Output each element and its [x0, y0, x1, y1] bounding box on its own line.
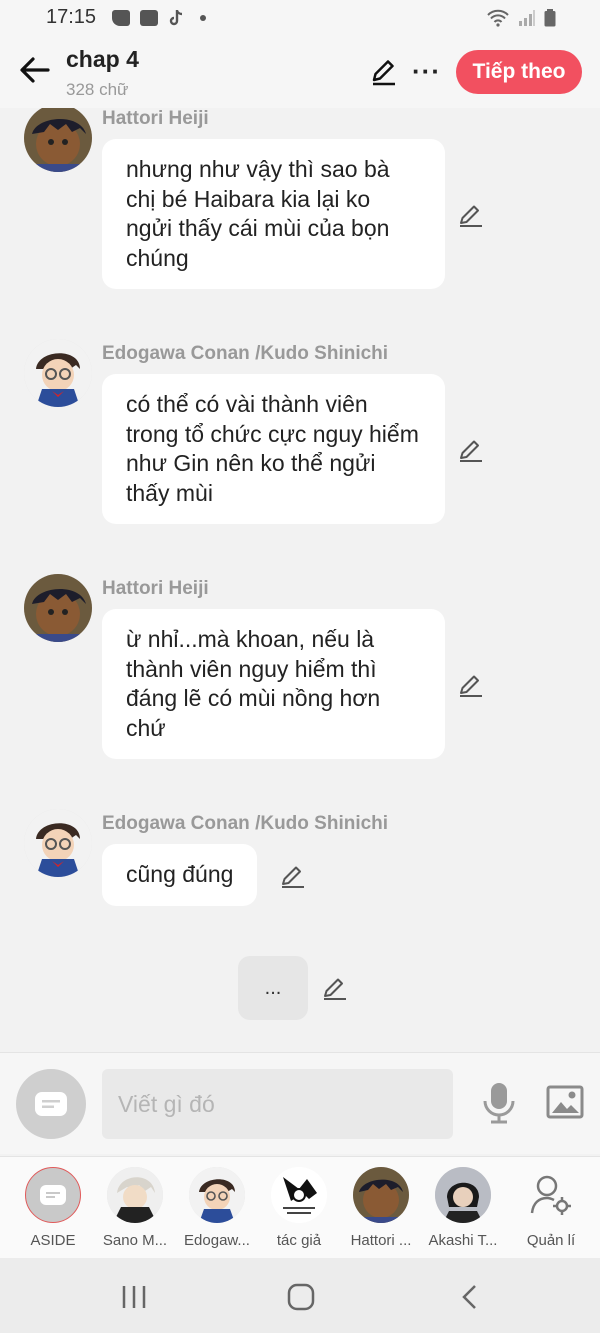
message-bubble[interactable]: có thể có vài thành viên trong tổ chức c… — [102, 374, 445, 524]
edit-pencil-icon[interactable] — [370, 58, 398, 86]
edit-message-icon[interactable] — [322, 975, 348, 1001]
message-bubble[interactable]: ừ nhỉ...mà khoan, nếu là thành viên nguy… — [102, 609, 445, 759]
chat-bubble-icon — [40, 1185, 66, 1205]
character-name: ASIDE — [30, 1232, 76, 1249]
sender-name: Edogawa Conan /Kudo Shinichi — [102, 813, 389, 834]
system-icons — [486, 9, 556, 27]
character-name: Akashi T... — [428, 1232, 498, 1249]
character-name: Sano M... — [102, 1232, 168, 1249]
sender-name: Hattori Heiji — [102, 108, 209, 129]
character-author[interactable]: tác giả — [258, 1167, 340, 1249]
youtube-icon — [140, 10, 158, 26]
edit-message-icon[interactable] — [458, 202, 484, 228]
sender-name: Edogawa Conan /Kudo Shinichi — [102, 343, 389, 364]
chat-bubble-icon — [35, 1092, 67, 1116]
wifi-icon — [487, 9, 509, 27]
aside-toggle-button[interactable] — [16, 1069, 86, 1139]
system-nav-bar — [0, 1258, 600, 1333]
status-time: 17:15 — [46, 6, 97, 28]
next-chapter-button[interactable]: Tiếp theo — [456, 50, 582, 94]
avatar-conan[interactable] — [24, 339, 92, 407]
recent-apps-icon[interactable] — [120, 1284, 148, 1310]
character-name: Edogaw... — [184, 1232, 250, 1249]
battery-icon — [544, 9, 556, 27]
image-icon[interactable] — [546, 1085, 584, 1119]
avatar-hattori[interactable] — [24, 108, 92, 172]
character-edogawa[interactable]: Edogaw... — [176, 1167, 258, 1249]
avatar-hattori — [353, 1167, 409, 1223]
typing-placeholder[interactable]: ... — [238, 956, 308, 1020]
manage-icon — [523, 1167, 579, 1223]
character-aside[interactable]: ASIDE — [12, 1167, 94, 1249]
character-name: Quản lí — [526, 1232, 576, 1249]
back-arrow-icon[interactable] — [18, 54, 50, 86]
avatar-sano — [107, 1167, 163, 1223]
message-composer — [0, 1052, 600, 1154]
character-name: tác giả — [276, 1232, 322, 1249]
aside-avatar — [25, 1167, 81, 1223]
avatar-hattori[interactable] — [24, 574, 92, 642]
avatar-author — [271, 1167, 327, 1223]
manage-characters-button[interactable]: Quản lí — [510, 1167, 592, 1249]
chapter-header: chap 4 328 chữ ··· Tiếp theo — [0, 38, 600, 108]
back-nav-icon[interactable] — [460, 1284, 480, 1310]
character-akashi[interactable]: Akashi T... — [422, 1167, 504, 1249]
chapter-title: chap 4 — [66, 46, 139, 72]
character-hattori[interactable]: Hattori ... — [340, 1167, 422, 1249]
message-bubble[interactable]: nhưng như vậy thì sao bà chị bé Haibara … — [102, 139, 445, 289]
edit-message-icon[interactable] — [458, 672, 484, 698]
word-count: 328 chữ — [66, 80, 129, 99]
sender-name: Hattori Heiji — [102, 578, 209, 599]
avatar-conan — [189, 1167, 245, 1223]
message-input[interactable] — [102, 1069, 453, 1139]
avatar-conan[interactable] — [24, 809, 92, 877]
status-bar: 17:15 — [0, 0, 600, 38]
edit-message-icon[interactable] — [280, 863, 306, 889]
character-name: Hattori ... — [350, 1232, 412, 1249]
message-icon — [112, 10, 130, 26]
notification-icons — [112, 9, 206, 27]
edit-message-icon[interactable] — [458, 437, 484, 463]
microphone-icon[interactable] — [482, 1081, 516, 1125]
tiktok-icon — [169, 10, 183, 26]
home-icon[interactable] — [286, 1282, 316, 1312]
chat-area[interactable]: Hattori Heiji nhưng như vậy thì sao bà c… — [0, 108, 600, 1052]
character-strip: ASIDE Sano M... Edogaw... tác giả Hattor… — [0, 1156, 600, 1258]
more-options-icon[interactable]: ··· — [412, 56, 441, 87]
message-bubble[interactable]: cũng đúng — [102, 844, 258, 906]
more-notifications-icon — [200, 15, 206, 21]
avatar-akashi — [435, 1167, 491, 1223]
character-sano[interactable]: Sano M... — [94, 1167, 176, 1249]
signal-icon — [519, 10, 535, 26]
